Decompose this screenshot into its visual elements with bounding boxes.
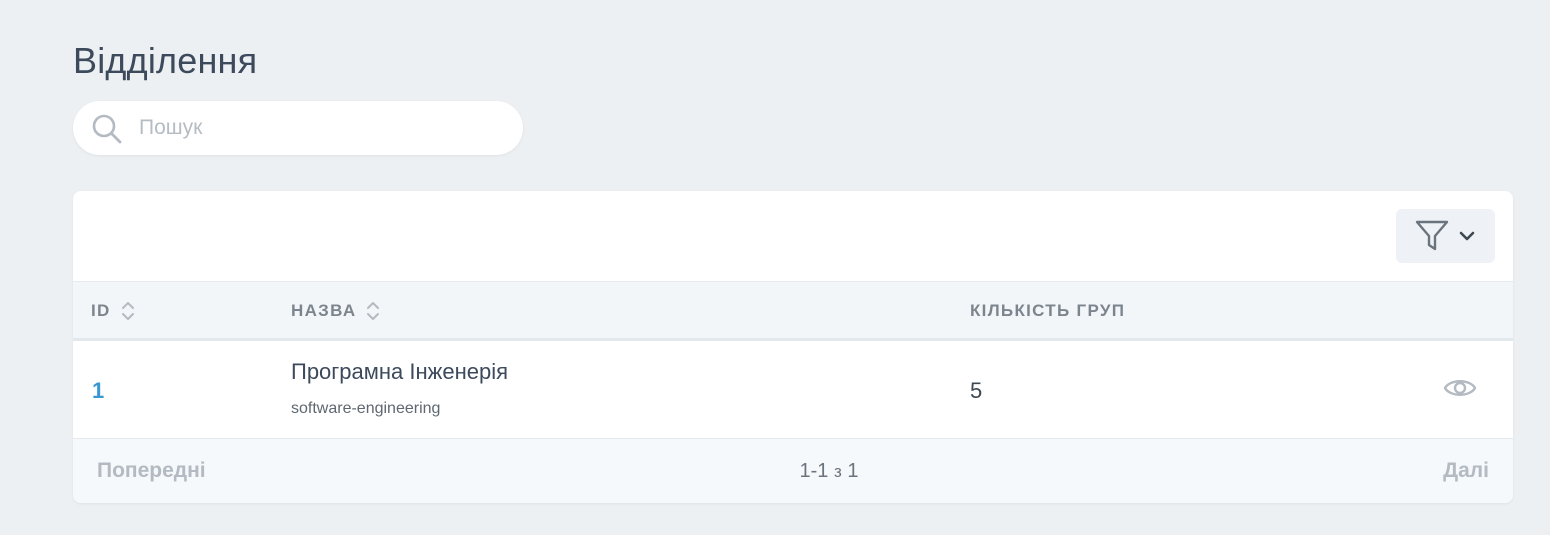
column-header-label: ID [91, 300, 111, 320]
column-header-label: Назва [291, 300, 357, 320]
search-icon [92, 114, 122, 144]
chevron-down-icon [1459, 231, 1475, 241]
column-header-label: Кількість груп [970, 300, 1126, 320]
sort-icon [367, 301, 380, 320]
search-input[interactable] [139, 101, 509, 155]
eye-icon[interactable] [1443, 371, 1477, 405]
filter-icon [1415, 220, 1449, 251]
row-slug: software-engineering [291, 400, 441, 417]
pagination: Попередні 1-1 з 1 Далі [73, 439, 1513, 503]
column-header-groups: Кількість груп [970, 282, 1125, 339]
table-row: 1 Програмна Інженерія software-engineeri… [73, 341, 1513, 439]
search-box [73, 101, 523, 155]
pagination-info: 1-1 з 1 [73, 460, 1513, 483]
row-name: Програмна Інженерія [291, 359, 509, 384]
pagination-separator: з [833, 462, 842, 481]
row-groups-count: 5 [970, 378, 983, 403]
page-title: Відділення [73, 40, 258, 81]
resource-table-card: ID Назва Кількість груп 1 Програмна Інже… [73, 191, 1513, 503]
column-header-id[interactable]: ID [91, 282, 135, 339]
column-header-name[interactable]: Назва [291, 282, 380, 339]
table-toolbar [73, 191, 1513, 281]
row-id-link[interactable]: 1 [92, 378, 104, 404]
pagination-range: 1-1 [799, 460, 829, 482]
pagination-total: 1 [847, 460, 859, 482]
sort-icon [121, 301, 134, 320]
pagination-next-button[interactable]: Далі [1443, 459, 1489, 483]
table-header: ID Назва Кількість груп [73, 281, 1513, 341]
page: Відділення ID [0, 0, 1550, 535]
filter-dropdown-button[interactable] [1396, 209, 1495, 263]
